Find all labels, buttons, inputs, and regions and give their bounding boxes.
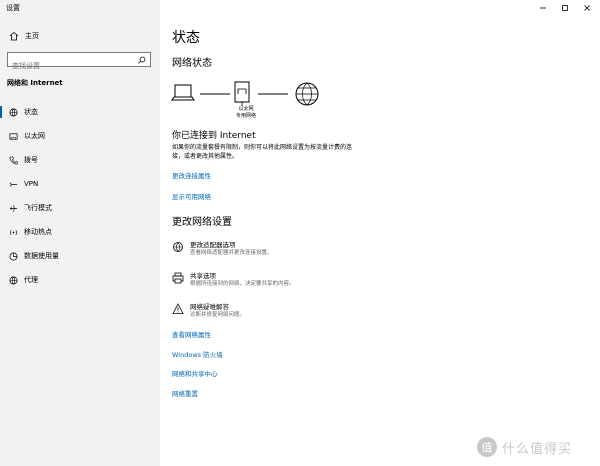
watermark-logo-text: 值 [482, 441, 493, 454]
ethernet-label-group: 以太网 专用网络 [232, 106, 260, 120]
laptop-icon [171, 84, 195, 101]
network-type-label: 专用网络 [235, 113, 256, 119]
ethernet-label: 以太网 [238, 106, 254, 112]
data-usage-icon [8, 251, 18, 261]
ethernet-icon [8, 131, 18, 141]
proxy-globe-icon [8, 275, 18, 285]
watermark-logo-icon: 值 [477, 437, 497, 457]
sidebar-item-label: 代理 [24, 276, 38, 284]
setting-title: 更改适配器选项 [190, 241, 236, 249]
internet-globe-icon [295, 82, 319, 106]
printer-icon [172, 272, 184, 284]
vpn-icon [8, 179, 18, 189]
connection-description: 如果你的流量套餐有限制，则你可以将此网络设置为按流量计费的连接，或者更改其他属性… [172, 144, 353, 160]
maximize-icon [562, 5, 568, 11]
setting-description: 查看网络适配器并更改连接设置。 [190, 250, 273, 256]
home-label: 主页 [25, 32, 39, 40]
connection-status-text: 你已连接到 Internet [172, 131, 256, 141]
sidebar-item-label: VPN [24, 180, 39, 188]
sidebar-item-status[interactable]: 状态 [0, 104, 160, 120]
setting-description: 根据所连接到的网络，决定要共享的内容。 [190, 281, 295, 287]
sidebar-item-airplane[interactable]: 飞行模式 [0, 200, 160, 216]
sidebar-item-label: 拨号 [24, 156, 38, 164]
setting-description: 诊断并修复网络问题。 [190, 312, 246, 318]
sidebar-item-vpn[interactable]: VPN [0, 176, 160, 192]
sidebar-item-label: 以太网 [24, 132, 45, 140]
minimize-button[interactable] [536, 2, 550, 14]
sidebar-item-dialup[interactable]: 拨号 [0, 152, 160, 168]
sidebar-section-title: 网络和 Internet [7, 79, 63, 87]
watermark: 值 什么值得买 [476, 436, 572, 458]
change-settings-heading: 更改网络设置 [172, 217, 232, 228]
network-reset-link[interactable]: 网络重置 [172, 388, 198, 398]
sidebar-item-hotspot[interactable]: 移动热点 [0, 224, 160, 240]
minimize-icon [540, 7, 546, 9]
close-button[interactable] [580, 2, 594, 14]
sidebar-item-label: 数据使用量 [24, 252, 59, 260]
close-icon [584, 5, 590, 11]
page-title: 状态 [172, 30, 200, 46]
status-globe-icon [8, 107, 18, 117]
sidebar-item-data-usage[interactable]: 数据使用量 [0, 248, 160, 264]
sidebar-item-ethernet[interactable]: 以太网 [0, 128, 160, 144]
sidebar: 设置 主页 网络和 Internet 状态 以太网 拨号 [0, 0, 160, 466]
setting-title: 共享选项 [190, 272, 216, 280]
hotspot-icon [8, 227, 18, 237]
airplane-icon [8, 203, 18, 213]
setting-network-troubleshooter[interactable]: 网络疑难解答 诊断并修复网络问题。 [172, 303, 245, 319]
setting-title: 网络疑难解答 [190, 303, 229, 311]
home-nav-item[interactable]: 主页 [9, 30, 39, 42]
warning-icon [172, 303, 184, 314]
watermark-text: 什么值得买 [502, 441, 573, 457]
ethernet-adapter-icon [234, 81, 250, 106]
sidebar-item-proxy[interactable]: 代理 [0, 272, 160, 288]
sidebar-item-label: 状态 [24, 108, 38, 116]
search-icon[interactable] [138, 56, 146, 64]
setting-adapter-options[interactable]: 更改适配器选项 查看网络适配器并更改连接设置。 [172, 241, 273, 257]
home-icon [9, 31, 19, 41]
window-title: 设置 [6, 4, 20, 12]
maximize-button[interactable] [558, 2, 572, 14]
windows-firewall-link[interactable]: Windows 防火墙 [172, 349, 223, 359]
network-sharing-center-link[interactable]: 网络和共享中心 [172, 368, 218, 378]
search-input[interactable] [8, 59, 136, 73]
search-box[interactable] [7, 52, 151, 73]
sidebar-item-label: 移动热点 [24, 228, 52, 236]
change-connection-properties-link[interactable]: 更改连接属性 [172, 170, 211, 180]
adapter-globe-icon [173, 242, 183, 252]
view-network-properties-link[interactable]: 查看网络属性 [172, 329, 211, 339]
dialup-phone-icon [8, 155, 18, 165]
network-status-heading: 网络状态 [172, 58, 212, 69]
show-available-networks-link[interactable]: 显示可用网络 [172, 191, 211, 201]
sidebar-item-label: 飞行模式 [24, 204, 52, 212]
setting-sharing-options[interactable]: 共享选项 根据所连接到的网络，决定要共享的内容。 [172, 272, 295, 288]
